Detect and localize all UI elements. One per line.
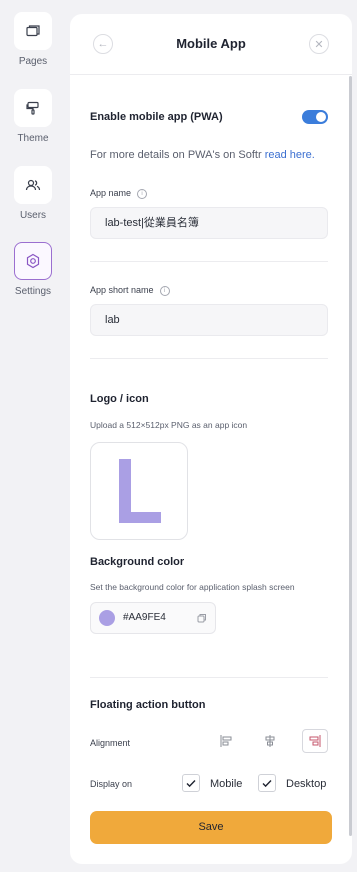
rail-item-pages[interactable]: Pages [0, 12, 66, 67]
pages-button[interactable] [14, 12, 52, 50]
rail-label-users: Users [19, 210, 47, 221]
background-color-hint: Set the background color for application… [90, 582, 295, 592]
save-button[interactable]: Save [90, 811, 332, 844]
app-logo-image [119, 459, 161, 523]
close-icon: ✕ [314, 38, 324, 51]
theme-button[interactable] [14, 89, 52, 127]
info-icon[interactable]: i [137, 188, 148, 199]
divider [90, 261, 328, 262]
logo-hint: Upload a 512×512px PNG as an app icon [90, 420, 248, 430]
pages-icon [26, 25, 40, 37]
divider [90, 677, 328, 678]
copy-icon[interactable] [197, 613, 207, 623]
color-swatch[interactable] [99, 610, 115, 626]
info-icon[interactable]: i [159, 285, 170, 296]
rail-item-theme[interactable]: Theme [0, 89, 66, 144]
background-color-picker[interactable]: #AA9FE4 [90, 602, 216, 634]
users-button[interactable] [14, 166, 52, 204]
align-left-button[interactable] [213, 729, 239, 753]
desktop-label: Desktop [286, 778, 327, 790]
app-short-name-label: App short name [90, 285, 154, 295]
app-name-label: App name [90, 188, 132, 198]
read-here-link[interactable]: read here. [265, 149, 315, 161]
pwa-toggle[interactable] [302, 110, 328, 124]
desktop-checkbox[interactable] [258, 774, 276, 792]
rail-item-users[interactable]: Users [0, 166, 66, 221]
toggle-knob [316, 112, 326, 122]
app-name-input[interactable]: lab-test|從業員名簿 [90, 207, 328, 239]
align-right-button[interactable] [302, 729, 328, 753]
mobile-app-panel: ← Mobile App ✕ Enable mobile app (PWA) F… [70, 14, 352, 864]
display-on-label: Display on [90, 779, 133, 789]
background-color-title: Background color [90, 556, 185, 568]
checkmark-icon [186, 780, 196, 788]
rail-label-settings: Settings [14, 286, 52, 297]
rail-item-settings[interactable]: Settings [0, 242, 66, 297]
panel-header: ← Mobile App ✕ [70, 14, 352, 75]
align-center-button[interactable] [257, 729, 283, 753]
app-short-name-input[interactable]: lab [90, 304, 328, 336]
pwa-details-text: For more details on PWA's on Softr [90, 149, 265, 161]
scrollbar[interactable] [349, 76, 352, 836]
paint-roller-icon [26, 101, 39, 115]
close-button[interactable]: ✕ [309, 34, 329, 54]
settings-button[interactable] [14, 242, 52, 280]
align-left-icon [220, 735, 232, 747]
app-name-label-row: App name i [90, 188, 148, 199]
checkmark-icon [262, 780, 272, 788]
pwa-details: For more details on PWA's on Softr read … [90, 149, 315, 161]
rail-label-pages: Pages [18, 56, 48, 67]
settings-icon [26, 253, 40, 269]
align-center-icon [265, 735, 275, 747]
divider [90, 358, 328, 359]
mobile-checkbox[interactable] [182, 774, 200, 792]
app-short-name-label-row: App short name i [90, 285, 170, 296]
mobile-label: Mobile [210, 778, 243, 790]
logo-upload[interactable] [90, 442, 188, 540]
fab-title: Floating action button [90, 699, 206, 711]
color-value: #AA9FE4 [123, 612, 166, 623]
alignment-label: Alignment [90, 738, 131, 748]
align-right-icon [309, 735, 321, 747]
left-rail: Pages Theme Users Settings [0, 0, 66, 872]
rail-label-theme: Theme [17, 133, 49, 144]
pwa-toggle-label: Enable mobile app (PWA) [90, 111, 223, 123]
logo-title: Logo / icon [90, 393, 149, 405]
users-icon [25, 179, 41, 191]
